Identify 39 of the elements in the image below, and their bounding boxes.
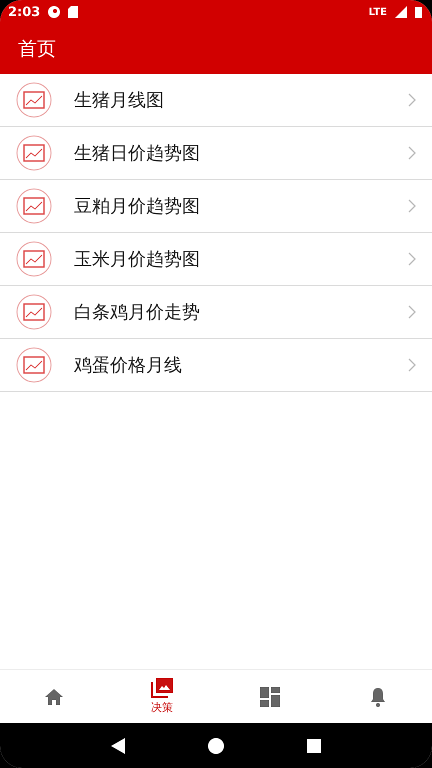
list-item[interactable]: 玉米月价趋势图 <box>0 233 432 286</box>
network-type: LTE <box>368 6 387 18</box>
recents-icon[interactable] <box>306 738 321 752</box>
item-label: 豆粕月价趋势图 <box>74 195 201 218</box>
item-label: 玉米月价趋势图 <box>74 248 201 271</box>
item-label: 白条鸡月价走势 <box>74 301 201 324</box>
signal-icon <box>395 6 407 18</box>
chart-image-icon <box>16 188 52 224</box>
chart-image-icon <box>16 294 52 330</box>
dashboard-icon <box>260 686 280 706</box>
chevron-right-icon <box>408 358 416 372</box>
list-item[interactable]: 鸡蛋价格月线 <box>0 339 432 392</box>
battery-icon <box>415 6 422 18</box>
chevron-right-icon <box>408 305 416 319</box>
chevron-right-icon <box>408 252 416 266</box>
chevron-right-icon <box>408 199 416 213</box>
chevron-right-icon <box>408 93 416 107</box>
page-title: 首页 <box>18 37 56 62</box>
home-icon <box>44 688 64 706</box>
image-icon <box>151 678 173 698</box>
list-item[interactable]: 豆粕月价趋势图 <box>0 180 432 233</box>
list-item[interactable]: 生猪日价趋势图 <box>0 127 432 180</box>
chart-image-icon <box>16 135 52 171</box>
chart-image-icon <box>16 241 52 277</box>
list-item[interactable]: 白条鸡月价走势 <box>0 286 432 339</box>
item-label: 鸡蛋价格月线 <box>74 354 183 377</box>
nav-tab[interactable]: 决策 <box>108 670 216 723</box>
item-label: 生猪日价趋势图 <box>74 142 201 165</box>
home-circle-icon[interactable] <box>208 738 224 754</box>
back-icon[interactable] <box>111 738 126 754</box>
list-item[interactable]: 生猪月线图 <box>0 74 432 127</box>
chevron-right-icon <box>408 146 416 160</box>
status-time: 2:03 <box>8 4 40 20</box>
item-label: 生猪月线图 <box>74 89 165 112</box>
sd-card-icon <box>68 6 78 18</box>
notification-icon <box>48 6 60 18</box>
bell-icon <box>369 686 387 706</box>
chart-image-icon <box>16 347 52 383</box>
chart-image-icon <box>16 82 52 118</box>
